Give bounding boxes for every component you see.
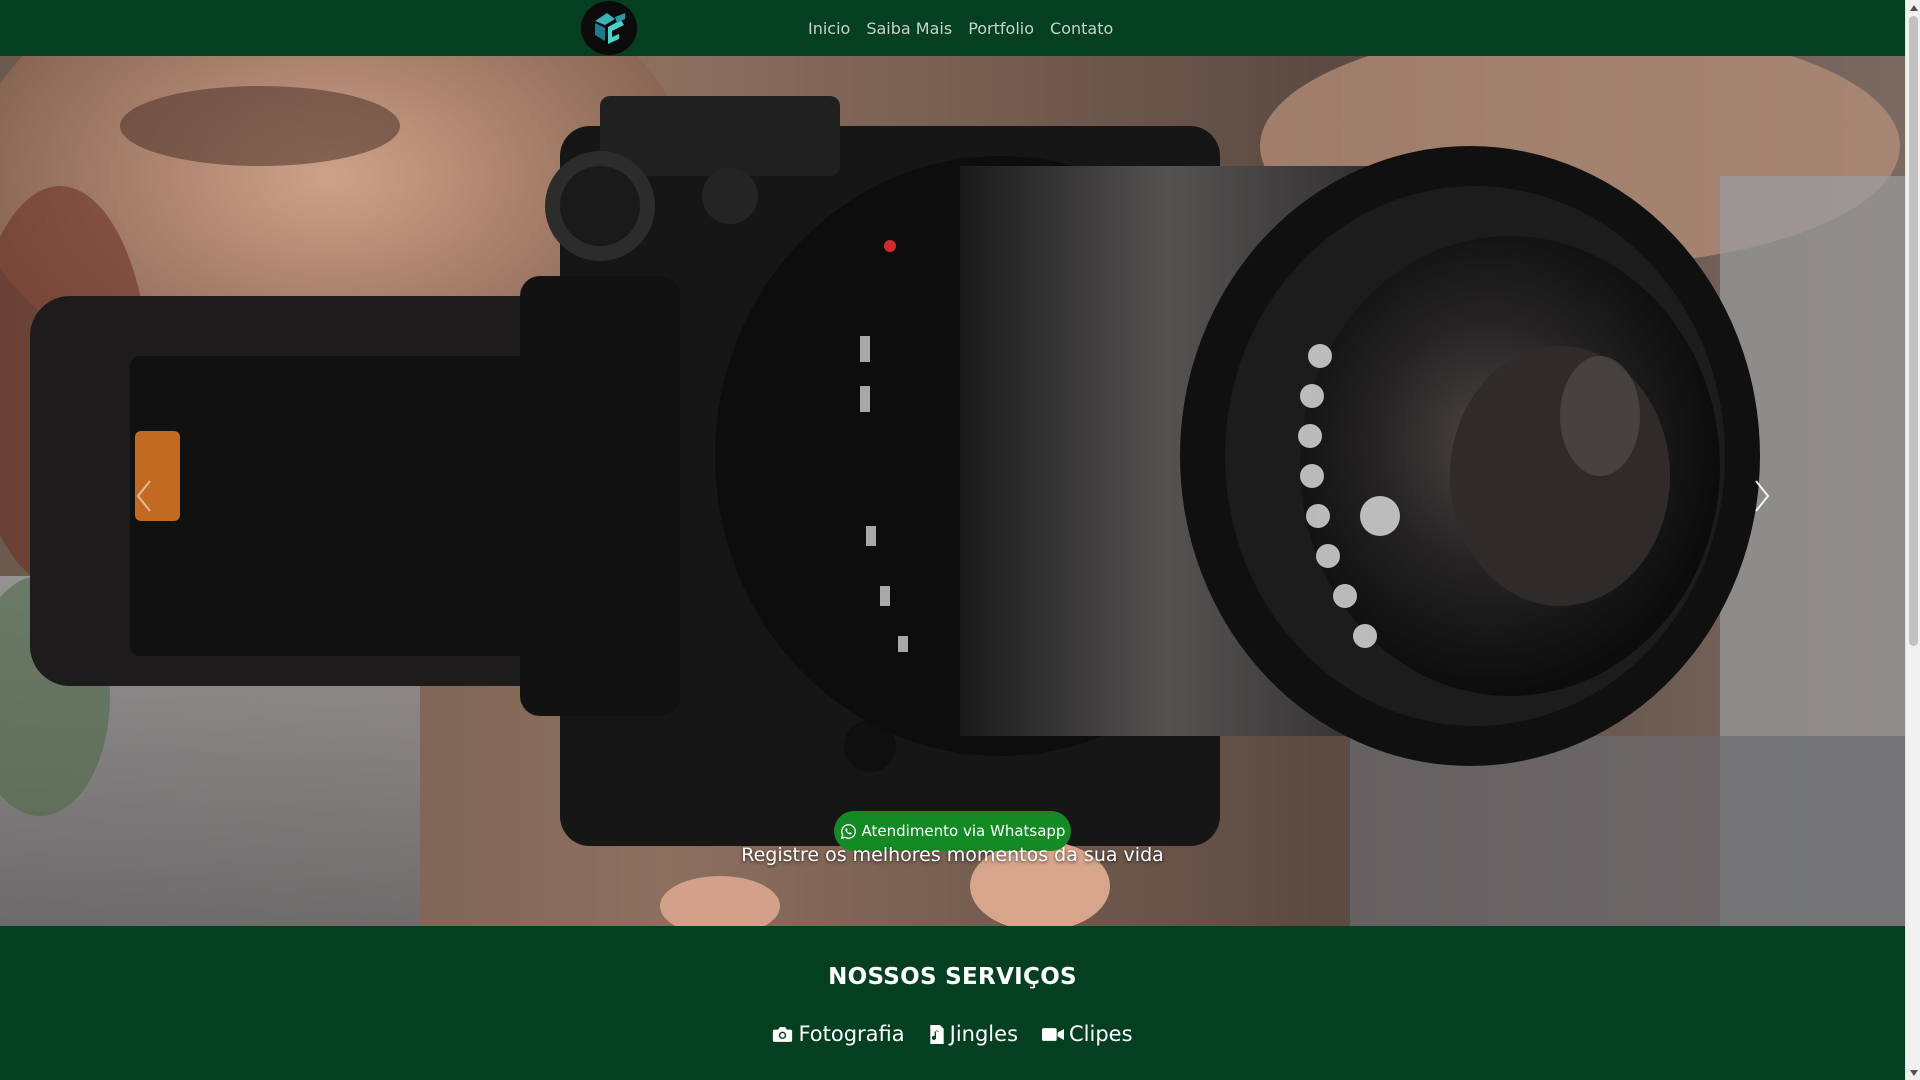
scroll-up-arrow[interactable] xyxy=(1906,0,1920,15)
hero-carousel: Atendimento via Whatsapp Registre os mel… xyxy=(0,56,1905,926)
service-fotografia-label: Fotografia xyxy=(798,1022,905,1046)
chevron-right-icon xyxy=(1755,480,1770,512)
services-list: Fotografia Jingles Clipes xyxy=(0,1022,1905,1046)
scrollbar-thumb[interactable] xyxy=(1909,16,1918,646)
camera-icon xyxy=(773,1027,793,1042)
brand-logo[interactable] xyxy=(581,1,637,55)
service-clipes[interactable]: Clipes xyxy=(1042,1022,1133,1046)
whatsapp-icon xyxy=(840,823,856,839)
hero-photo-camera xyxy=(0,56,1905,926)
page-scrollbar[interactable] xyxy=(1905,0,1920,1080)
hero-caption: Registre os melhores momentos da sua vid… xyxy=(741,844,1164,866)
carousel-next-button[interactable] xyxy=(1732,456,1792,536)
whatsapp-button-label: Atendimento via Whatsapp xyxy=(861,822,1066,840)
scroll-down-arrow[interactable] xyxy=(1906,1065,1920,1080)
service-clipes-label: Clipes xyxy=(1069,1022,1133,1046)
nav-link-inicio[interactable]: Inicio xyxy=(808,19,850,38)
carousel-prev-button[interactable] xyxy=(114,456,174,536)
arrow-down-icon xyxy=(1909,1069,1918,1076)
arrow-up-icon xyxy=(1909,4,1918,11)
service-fotografia[interactable]: Fotografia xyxy=(772,1022,905,1046)
nav-link-saiba-mais[interactable]: Saiba Mais xyxy=(866,19,952,38)
cf-logo-icon xyxy=(583,2,635,54)
music-file-icon xyxy=(929,1024,944,1044)
services-section: NOSSOS SERVIÇOS Fotografia Jingles Clipe… xyxy=(0,926,1905,1080)
chevron-left-icon xyxy=(136,480,151,512)
video-camera-icon xyxy=(1042,1027,1065,1041)
navbar: Inicio Saiba Mais Portfolio Contato xyxy=(0,0,1905,56)
nav-link-portfolio[interactable]: Portfolio xyxy=(968,19,1034,38)
service-jingles-label: Jingles xyxy=(949,1022,1019,1046)
nav-link-contato[interactable]: Contato xyxy=(1050,19,1113,38)
page: Inicio Saiba Mais Portfolio Contato Aten… xyxy=(0,0,1905,1080)
nav-menu: Inicio Saiba Mais Portfolio Contato xyxy=(808,0,1113,56)
service-jingles[interactable]: Jingles xyxy=(929,1022,1018,1046)
services-title: NOSSOS SERVIÇOS xyxy=(828,964,1077,990)
